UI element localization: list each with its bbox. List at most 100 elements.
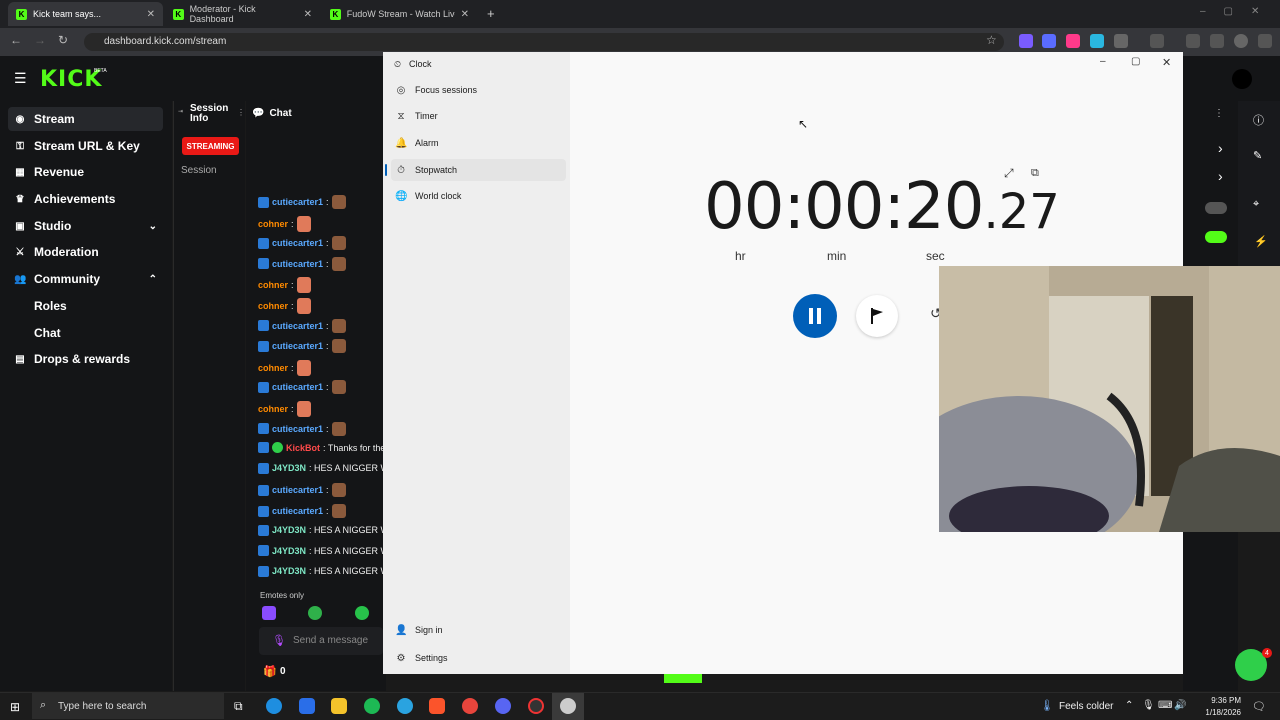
sidebar-item-roles[interactable]: Roles xyxy=(34,299,67,313)
back-icon[interactable]: ← xyxy=(10,33,22,47)
tray-date[interactable]: 1/18/2026 xyxy=(1199,708,1241,717)
spotify-icon[interactable] xyxy=(364,698,380,714)
extension-icon[interactable] xyxy=(1019,34,1033,48)
chat-username[interactable]: cohner xyxy=(258,301,288,311)
sidebar-item-stream[interactable]: ◉ Stream xyxy=(8,107,163,131)
weather-text[interactable]: Feels colder xyxy=(1059,701,1113,712)
sidepanel-icon[interactable] xyxy=(1150,34,1164,48)
edit-icon[interactable]: ✎ xyxy=(1253,149,1262,162)
nav-focus-sessions[interactable]: ◎ Focus sessions xyxy=(391,79,566,101)
lap-button[interactable] xyxy=(856,295,898,337)
nav-stopwatch[interactable]: ⏱ Stopwatch xyxy=(391,159,566,181)
browser-tab-1[interactable]: K Kick team says... ✕ xyxy=(8,2,163,26)
brave-icon[interactable] xyxy=(429,698,445,714)
toggle-on[interactable] xyxy=(1205,231,1227,243)
sidebar-item-achievements[interactable]: ♛ Achievements xyxy=(8,187,163,211)
chat-username[interactable]: cohner xyxy=(258,363,288,373)
chat-username[interactable]: J4YD3N xyxy=(272,566,306,576)
toggle-off[interactable] xyxy=(1205,202,1227,214)
windows-start-icon[interactable]: ⊞ xyxy=(10,700,20,714)
taskbar-search[interactable]: ⌕ Type here to search xyxy=(32,693,224,719)
avatar[interactable] xyxy=(1232,69,1252,89)
sidebar-item-moderation[interactable]: ⚔ Moderation xyxy=(8,240,163,264)
chat-username[interactable]: cutiecarter1 xyxy=(272,321,323,331)
chat-username[interactable]: cutiecarter1 xyxy=(272,506,323,516)
close-button[interactable]: ✕ xyxy=(1162,56,1171,69)
close-tab-icon[interactable]: ✕ xyxy=(304,9,312,20)
chat-username[interactable]: J4YD3N xyxy=(272,463,306,473)
sidebar-item-chat[interactable]: Chat xyxy=(34,326,61,340)
microphone-icon[interactable]: 🎙 xyxy=(272,634,286,647)
pause-button[interactable] xyxy=(793,294,837,338)
reload-icon[interactable]: ↻ xyxy=(58,33,68,47)
puzzle-icon[interactable] xyxy=(1114,34,1128,48)
extension-icon[interactable] xyxy=(1090,34,1104,48)
chat-username[interactable]: cutiecarter1 xyxy=(272,341,323,351)
clock-app-taskbar-icon[interactable] xyxy=(560,698,576,714)
lightning-icon[interactable]: ⚡ xyxy=(1254,235,1268,248)
chevron-right-icon[interactable]: › xyxy=(1218,140,1223,156)
chat-username[interactable]: KickBot xyxy=(286,443,320,453)
nav-timer[interactable]: ⧖ Timer xyxy=(391,105,566,127)
gift-icon[interactable]: 🎁 xyxy=(263,665,277,678)
extension-icon[interactable] xyxy=(1042,34,1056,48)
emote-icon[interactable] xyxy=(308,606,322,620)
file-explorer-icon[interactable] xyxy=(331,698,347,714)
sidebar-item-community[interactable]: 👥 Community ⌃ xyxy=(8,267,163,291)
window-controls[interactable]: –▢✕ xyxy=(1200,6,1277,17)
sidebar-item-stream-url-key[interactable]: ⚿ Stream URL & Key xyxy=(8,134,163,158)
info-icon[interactable]: ⓘ xyxy=(1253,112,1264,128)
extension-icon[interactable] xyxy=(1066,34,1080,48)
chat-username[interactable]: cutiecarter1 xyxy=(272,197,323,207)
chat-username[interactable]: cohner xyxy=(258,219,288,229)
task-view-icon[interactable]: ⧉ xyxy=(234,699,243,714)
tray-time[interactable]: 9:36 PM xyxy=(1207,696,1241,705)
sidebar-item-revenue[interactable]: ▦ Revenue xyxy=(8,160,163,184)
maximize-button[interactable]: ▢ xyxy=(1131,56,1140,67)
close-tab-icon[interactable]: ✕ xyxy=(461,9,469,20)
minimize-button[interactable]: – xyxy=(1100,56,1106,67)
address-bar[interactable]: dashboard.kick.com/stream xyxy=(84,33,1004,51)
emote-icon[interactable] xyxy=(355,606,369,620)
focus-icon[interactable]: ⌖ xyxy=(1253,198,1259,211)
settings-button[interactable]: ⚙ Settings xyxy=(391,647,566,669)
sidebar-item-drops[interactable]: ▤ Drops & rewards xyxy=(8,347,163,371)
chat-username[interactable]: cutiecarter1 xyxy=(272,485,323,495)
chat-username[interactable]: cutiecarter1 xyxy=(272,424,323,434)
microphone-icon[interactable]: 🎙 xyxy=(1142,700,1155,711)
chat-username[interactable]: J4YD3N xyxy=(272,546,306,556)
chat-username[interactable]: cutiecarter1 xyxy=(272,382,323,392)
chrome-icon[interactable] xyxy=(462,698,478,714)
chat-username[interactable]: cutiecarter1 xyxy=(272,259,323,269)
bookmark-star-icon[interactable]: ☆ xyxy=(986,33,997,47)
discord-icon[interactable] xyxy=(495,698,511,714)
network-icon[interactable]: ⌨ xyxy=(1158,700,1172,711)
obs-icon[interactable] xyxy=(528,698,544,714)
emote-icon[interactable] xyxy=(262,606,276,620)
profile-icon[interactable] xyxy=(1234,34,1248,48)
forward-icon[interactable]: → xyxy=(34,33,46,47)
browser-tab-2[interactable]: K Moderator - Kick Dashboard ✕ xyxy=(165,2,320,26)
chat-username[interactable]: cutiecarter1 xyxy=(272,238,323,248)
chevron-right-icon[interactable]: › xyxy=(1218,168,1223,184)
browser-tab-3[interactable]: K FudoW Stream - Watch Live on ✕ xyxy=(322,2,477,26)
hamburger-menu-icon[interactable]: ☰ xyxy=(14,70,27,87)
nav-alarm[interactable]: 🔔 Alarm xyxy=(391,132,566,154)
chat-username[interactable]: cohner xyxy=(258,280,288,290)
sidebar-item-studio[interactable]: ▣ Studio ⌄ xyxy=(8,214,163,238)
edge-icon[interactable] xyxy=(266,698,282,714)
chat-username[interactable]: cohner xyxy=(258,404,288,414)
download-icon[interactable] xyxy=(1186,34,1200,48)
notification-center-icon[interactable]: 🗨 xyxy=(1252,700,1266,713)
volume-icon[interactable]: 🔊 xyxy=(1174,700,1186,711)
store-icon[interactable] xyxy=(299,698,315,714)
nav-world-clock[interactable]: 🌐 World clock xyxy=(391,185,566,207)
tray-chevron-icon[interactable]: ⌃ xyxy=(1125,700,1133,711)
more-icon[interactable]: ⋮ xyxy=(237,108,245,117)
go-live-button[interactable] xyxy=(664,674,702,683)
menu-icon[interactable] xyxy=(1210,34,1224,48)
more-icon[interactable] xyxy=(1258,34,1272,48)
new-tab-icon[interactable]: + xyxy=(487,6,495,21)
collapse-icon[interactable]: ⇥ xyxy=(178,108,183,115)
sign-in-button[interactable]: 👤 Sign in xyxy=(391,619,566,641)
